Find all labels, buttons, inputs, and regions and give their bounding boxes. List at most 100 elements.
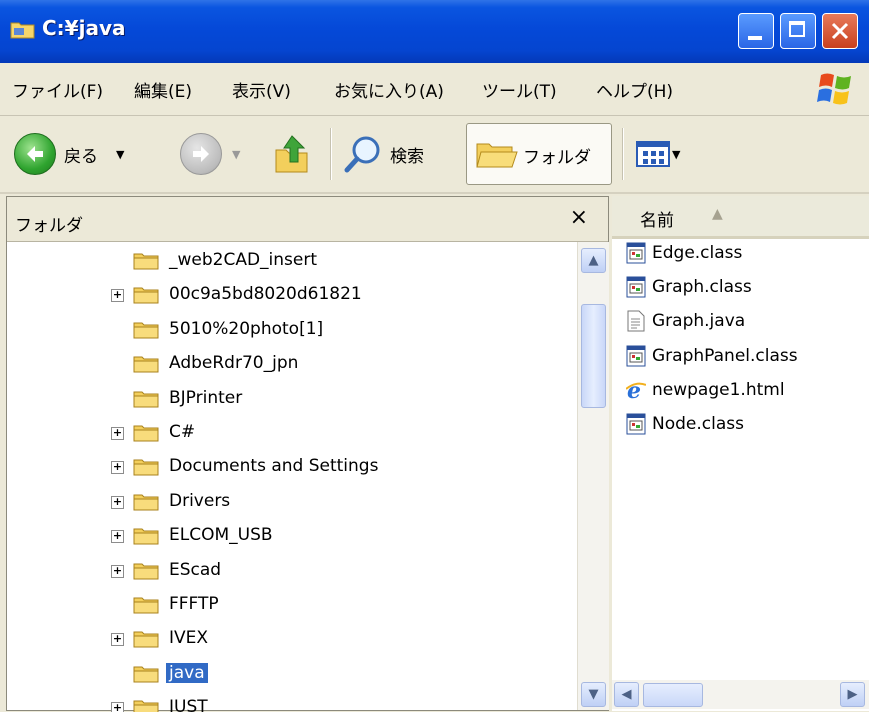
tree-item[interactable]: + Documents and Settings	[7, 452, 567, 482]
tree-item-label: BJPrinter	[169, 387, 243, 408]
forward-button[interactable]: ▼	[180, 128, 240, 180]
scroll-left-icon[interactable]: ◀	[614, 682, 639, 707]
sort-ascending-icon: ▲	[712, 206, 723, 222]
folder-icon	[133, 285, 159, 304]
scroll-right-icon[interactable]: ▶	[840, 682, 865, 707]
search-icon	[344, 136, 380, 173]
tree-item[interactable]: 5010%20photo[1]	[7, 315, 567, 345]
tree-item-label: 00c9a5bd8020d61821	[169, 284, 362, 305]
tree-item-label: _web2CAD_insert	[169, 250, 318, 270]
file-item[interactable]: Graph.class	[626, 272, 752, 302]
name-column-header[interactable]: 名前 ▲	[612, 196, 869, 239]
menu-favorites[interactable]: お気に入り(A)	[334, 77, 444, 102]
tree-item[interactable]: _web2CAD_insert	[7, 246, 567, 276]
up-folder-button[interactable]	[272, 128, 312, 180]
folder-tree-scrollbar[interactable]: ▲ ▼	[577, 242, 609, 710]
maximize-icon	[789, 21, 805, 37]
folder-pane-close-icon[interactable]: ×	[570, 205, 588, 230]
back-button[interactable]: 戻る ▼	[14, 128, 124, 180]
menu-help[interactable]: ヘルプ(H)	[596, 77, 673, 102]
tree-item-label: FFFTP	[169, 594, 219, 614]
file-item[interactable]: Edge.class	[626, 238, 742, 268]
file-name: Edge.class	[652, 243, 743, 263]
minimize-button[interactable]	[738, 13, 774, 49]
tree-item[interactable]: + ELCOM_USB	[7, 521, 567, 551]
text-file-icon	[626, 310, 646, 332]
file-item[interactable]: e newpage1.html	[625, 375, 785, 405]
tree-item[interactable]: java	[7, 659, 567, 689]
maximize-button[interactable]	[780, 13, 816, 49]
minimize-icon	[748, 36, 762, 40]
scroll-down-icon[interactable]: ▼	[581, 682, 606, 707]
menu-edit[interactable]: 編集(E)	[134, 77, 192, 102]
file-name: GraphPanel.class	[652, 345, 798, 366]
folder-icon	[133, 492, 159, 511]
title-bar[interactable]: C:¥java	[0, 0, 869, 63]
toolbar: 戻る ▼ ▼ 検索 フォルダ ▼	[0, 116, 869, 194]
tree-item[interactable]: +00c9a5bd8020d61821	[7, 280, 567, 310]
tree-item-label: Drivers	[169, 490, 231, 511]
forward-dropdown-icon[interactable]: ▼	[232, 148, 240, 161]
menu-tools[interactable]: ツール(T)	[482, 77, 557, 102]
tree-item[interactable]: + IVEX	[7, 624, 567, 654]
file-list-pane: 名前 ▲ Edge.class Graph.class Graph.java Grap…	[612, 196, 869, 711]
expand-icon[interactable]: +	[111, 289, 124, 303]
tree-item-label: C#	[169, 422, 196, 442]
tree-item[interactable]: AdbeRdr70_jpn	[7, 349, 567, 379]
folder-icon	[133, 595, 159, 614]
file-item[interactable]: Node.class	[626, 409, 744, 439]
expand-icon[interactable]: +	[111, 427, 124, 440]
file-name: newpage1.html	[652, 379, 785, 400]
search-button[interactable]: 検索	[344, 128, 424, 180]
expand-icon[interactable]: +	[111, 461, 124, 475]
close-button[interactable]	[822, 13, 858, 49]
menu-bar: ファイル(F) 編集(E) 表示(V) お気に入り(A) ツール(T) ヘルプ(…	[0, 63, 869, 116]
folder-icon	[133, 354, 159, 373]
views-button[interactable]: ▼	[636, 128, 680, 180]
folder-pane-header: フォルダ ×	[7, 197, 608, 242]
folders-label: フォルダ	[523, 148, 591, 168]
toolbar-separator	[622, 128, 624, 180]
up-folder-icon	[275, 135, 308, 173]
menu-file[interactable]: ファイル(F)	[12, 77, 103, 102]
folder-icon	[133, 457, 159, 476]
toolbar-separator	[330, 128, 332, 180]
expand-icon[interactable]: +	[111, 633, 124, 647]
file-item[interactable]: Graph.java	[626, 306, 745, 336]
name-column-label: 名前	[640, 211, 674, 231]
tree-item[interactable]: + JUST	[7, 693, 567, 712]
folder-icon	[133, 629, 159, 648]
tree-item[interactable]: + Drivers	[7, 487, 567, 517]
close-icon	[831, 22, 849, 40]
expand-icon[interactable]: +	[111, 530, 124, 544]
tree-item[interactable]: + C#	[7, 418, 567, 448]
tree-item-label: JUST	[169, 697, 208, 712]
scroll-thumb[interactable]	[581, 304, 606, 408]
class-file-icon	[626, 413, 646, 435]
tree-item[interactable]: + EScad	[7, 556, 567, 586]
back-arrow-icon	[14, 133, 56, 175]
search-label: 検索	[390, 146, 424, 167]
scroll-up-icon[interactable]: ▲	[581, 248, 606, 273]
file-item[interactable]: GraphPanel.class	[626, 341, 798, 371]
expand-icon[interactable]: +	[111, 495, 124, 509]
views-dropdown-icon[interactable]: ▼	[672, 148, 680, 161]
hscroll-thumb[interactable]	[643, 683, 703, 707]
file-list-hscrollbar[interactable]: ◀ ▶	[612, 680, 869, 709]
back-dropdown-icon[interactable]: ▼	[116, 148, 124, 161]
expand-icon[interactable]: +	[111, 564, 124, 578]
back-label: 戻る	[64, 146, 98, 167]
tree-item[interactable]: BJPrinter	[7, 384, 567, 414]
menu-view[interactable]: 表示(V)	[232, 77, 291, 102]
svg-text:e: e	[627, 379, 641, 401]
file-name: Graph.class	[652, 277, 752, 298]
folders-icon	[476, 143, 518, 168]
folder-pane: フォルダ × _web2CAD_insert +00c9a5bd8020d6182…	[6, 196, 609, 712]
folders-button[interactable]: フォルダ	[466, 123, 612, 185]
folder-icon	[133, 698, 159, 712]
tree-item-label: Documents and Settings	[169, 456, 379, 477]
tree-item[interactable]: FFFTP	[7, 590, 567, 620]
ie-html-icon: e	[625, 378, 647, 404]
class-file-icon	[626, 242, 646, 264]
tree-item-label: 5010%20photo[1]	[169, 318, 324, 339]
